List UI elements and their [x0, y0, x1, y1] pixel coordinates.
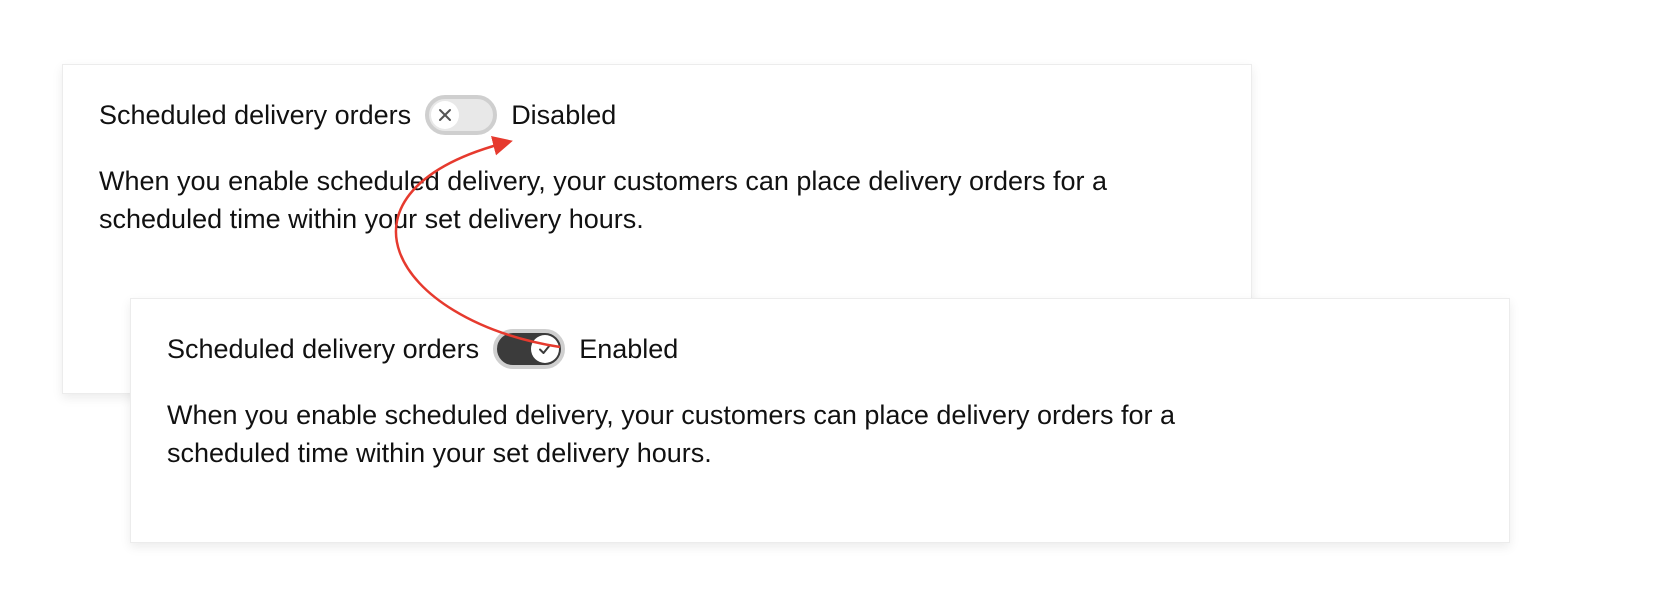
setting-description: When you enable scheduled delivery, your…: [99, 163, 1159, 239]
check-icon: [537, 341, 553, 357]
scheduled-delivery-toggle[interactable]: [493, 329, 565, 369]
setting-row: Scheduled delivery orders Disabled: [99, 95, 1215, 135]
x-icon: [438, 108, 452, 122]
scheduled-delivery-toggle[interactable]: [425, 95, 497, 135]
scheduled-delivery-card-enabled: Scheduled delivery orders Enabled When y…: [130, 298, 1510, 543]
setting-title: Scheduled delivery orders: [167, 334, 479, 365]
toggle-knob: [531, 335, 559, 363]
setting-description: When you enable scheduled delivery, your…: [167, 397, 1227, 473]
setting-title: Scheduled delivery orders: [99, 100, 411, 131]
toggle-state-label: Enabled: [579, 334, 678, 365]
toggle-state-label: Disabled: [511, 100, 616, 131]
setting-row: Scheduled delivery orders Enabled: [167, 329, 1473, 369]
toggle-knob: [431, 101, 459, 129]
